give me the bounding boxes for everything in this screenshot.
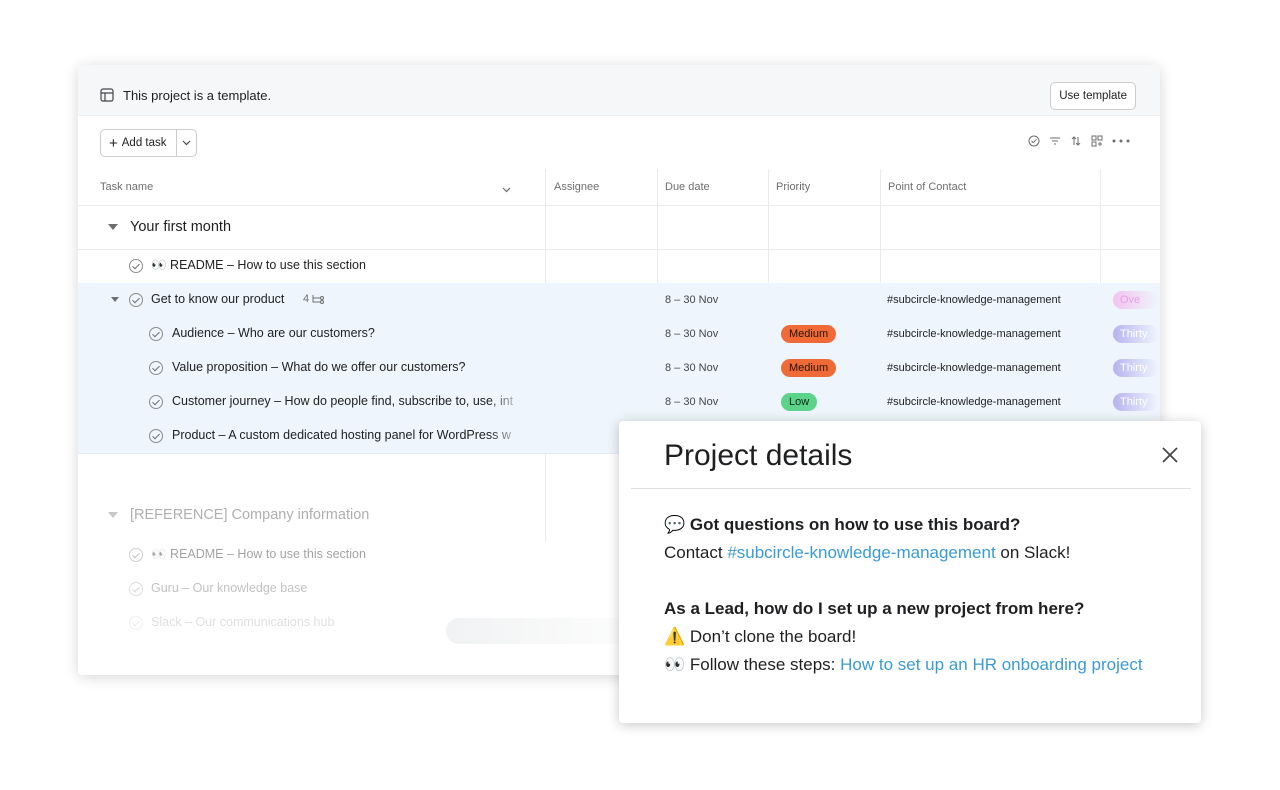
task-name: Audience – Who are our customers? <box>172 326 375 340</box>
banner-text: This project is a template. <box>123 88 272 103</box>
task-name: Guru – Our knowledge base <box>151 581 308 595</box>
tag-badge[interactable]: Thirty <box>1113 359 1158 377</box>
complete-check-icon[interactable] <box>129 582 143 596</box>
toolbar: + Add task <box>78 116 1160 168</box>
due-date[interactable]: 8 – 30 Nov <box>665 328 718 340</box>
collapse-triangle-icon[interactable] <box>108 224 118 230</box>
add-task-button-group: + Add task <box>100 129 197 157</box>
steps-line: 👀 Follow these steps: How to set up an H… <box>664 651 1143 679</box>
point-of-contact[interactable]: #subcircle-knowledge-management <box>887 328 1061 340</box>
due-date[interactable]: 8 – 30 Nov <box>665 396 718 408</box>
task-name: 👀 README – How to use this section <box>151 547 366 561</box>
check-filter-icon[interactable] <box>1028 135 1040 147</box>
column-assignee[interactable]: Assignee <box>554 169 599 205</box>
priority-badge[interactable]: Low <box>781 393 818 411</box>
task-name: Get to know our product <box>151 292 285 306</box>
tag-badge[interactable]: Ove <box>1113 291 1158 309</box>
filter-icon[interactable] <box>1049 135 1061 147</box>
close-icon[interactable] <box>1161 446 1179 464</box>
contact-line: Contact #subcircle-knowledge-management … <box>664 539 1143 567</box>
collapse-triangle-icon[interactable] <box>108 512 118 518</box>
point-of-contact[interactable]: #subcircle-knowledge-management <box>887 396 1061 408</box>
table-row[interactable]: Get to know our product 4 8 – 30 Nov #su… <box>78 283 1160 318</box>
section-title: [REFERENCE] Company information <box>130 507 370 523</box>
project-details-dialog: Project details 💬 Got questions on how t… <box>619 421 1201 723</box>
complete-check-icon[interactable] <box>149 327 163 341</box>
table-row[interactable]: Value proposition – What do we offer our… <box>78 351 1160 386</box>
use-template-button[interactable]: Use template <box>1050 82 1136 110</box>
group-icon[interactable] <box>1091 135 1103 147</box>
dialog-title: Project details <box>664 439 853 472</box>
sort-icon[interactable] <box>1070 135 1082 147</box>
subtask-count[interactable]: 4 <box>303 293 325 305</box>
priority-badge[interactable]: Medium <box>781 359 837 377</box>
steps-prefix: 👀 Follow these steps: <box>664 655 841 674</box>
complete-check-icon[interactable] <box>129 616 143 630</box>
lead-question-heading: As a Lead, how do I set up a new project… <box>664 599 1085 618</box>
view-tools <box>1028 135 1130 147</box>
table-row[interactable]: Customer journey – How do people find, s… <box>78 385 1160 420</box>
complete-check-icon[interactable] <box>149 429 163 443</box>
section-header[interactable]: Your first month <box>78 205 1160 250</box>
column-due-date[interactable]: Due date <box>665 169 710 205</box>
complete-check-icon[interactable] <box>149 361 163 375</box>
warning-line: ⚠️ Don’t clone the board! <box>664 627 857 646</box>
chevron-down-icon <box>182 140 191 146</box>
due-date[interactable]: 8 – 30 Nov <box>665 294 718 306</box>
complete-check-icon[interactable] <box>129 259 143 273</box>
subtask-icon <box>312 295 325 304</box>
add-task-dropdown[interactable] <box>176 130 196 156</box>
hr-onboarding-link[interactable]: How to set up an HR onboarding project <box>840 655 1142 674</box>
add-task-label: Add task <box>121 137 167 149</box>
subtask-count-value: 4 <box>303 293 310 305</box>
tag-badge[interactable]: Thirty <box>1113 325 1158 343</box>
priority-badge[interactable]: Medium <box>781 325 837 343</box>
template-icon <box>100 88 114 107</box>
complete-check-icon[interactable] <box>129 293 143 307</box>
dialog-body: 💬 Got questions on how to use this board… <box>664 511 1143 679</box>
column-chevron-down-icon[interactable] <box>502 184 511 196</box>
more-options-icon[interactable] <box>1112 135 1130 147</box>
column-point-of-contact[interactable]: Point of Contact <box>888 169 966 205</box>
task-name: Product – A custom dedicated hosting pan… <box>172 428 511 442</box>
complete-check-icon[interactable] <box>129 548 143 562</box>
point-of-contact[interactable]: #subcircle-knowledge-management <box>887 362 1061 374</box>
tag-badge[interactable]: Thirty <box>1113 393 1158 411</box>
task-name: 👀 README – How to use this section <box>151 258 366 272</box>
task-name: Customer journey – How do people find, s… <box>172 394 514 408</box>
complete-check-icon[interactable] <box>149 395 163 409</box>
section-title: Your first month <box>130 219 232 235</box>
contact-suffix: on Slack! <box>995 543 1071 562</box>
column-priority[interactable]: Priority <box>776 169 810 205</box>
column-task-name[interactable]: Task name <box>100 169 153 205</box>
template-banner: This project is a template. Use template <box>78 65 1160 116</box>
plus-icon: + <box>109 134 118 152</box>
dialog-divider <box>631 488 1191 489</box>
table-row[interactable]: Audience – Who are our customers? 8 – 30… <box>78 317 1160 352</box>
table-header: Task name Assignee Due date Priority Poi… <box>78 169 1160 206</box>
due-date[interactable]: 8 – 30 Nov <box>665 362 718 374</box>
add-task-button[interactable]: + Add task <box>101 130 176 156</box>
slack-channel-link[interactable]: #subcircle-knowledge-management <box>727 543 995 562</box>
contact-prefix: Contact <box>664 543 728 562</box>
task-name: Value proposition – What do we offer our… <box>172 360 466 374</box>
question-heading: 💬 Got questions on how to use this board… <box>664 515 1021 534</box>
expand-subtasks-icon[interactable] <box>111 297 119 302</box>
table-row[interactable]: 👀 README – How to use this section <box>78 249 1160 284</box>
point-of-contact[interactable]: #subcircle-knowledge-management <box>887 294 1061 306</box>
